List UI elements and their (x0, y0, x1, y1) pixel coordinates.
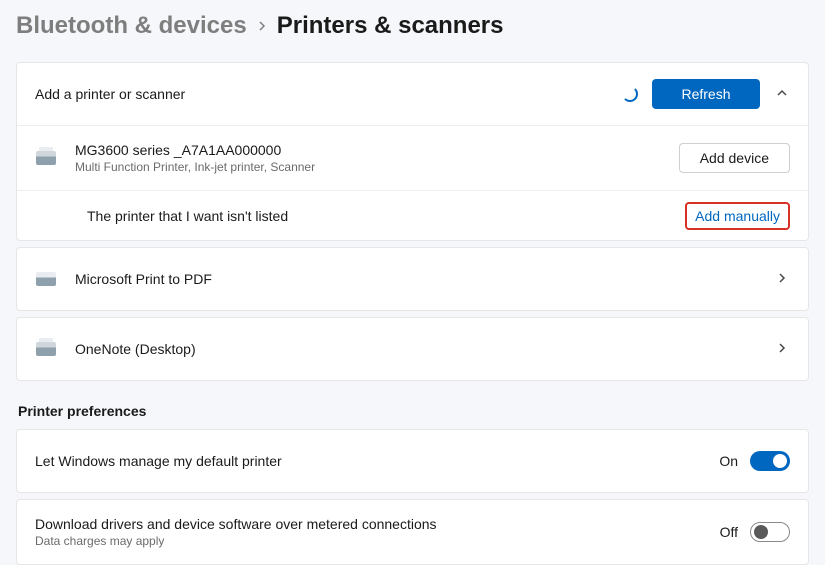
pref-default-printer-row: Let Windows manage my default printer On (16, 429, 809, 493)
pref-metered-sub: Data charges may apply (35, 534, 437, 548)
breadcrumb: Bluetooth & devices Printers & scanners (16, 12, 809, 40)
toggle-state-text: Off (720, 524, 738, 540)
pref-metered-label: Download drivers and device software ove… (35, 516, 437, 532)
device-name: OneNote (Desktop) (75, 341, 196, 357)
printer-icon (36, 151, 56, 165)
device-name: Microsoft Print to PDF (75, 271, 212, 287)
default-printer-toggle[interactable] (750, 451, 790, 471)
printer-preferences-heading: Printer preferences (18, 403, 809, 419)
pref-metered-row: Download drivers and device software ove… (16, 499, 809, 565)
found-device-name: MG3600 series _A7A1AA000000 (75, 142, 315, 158)
device-row[interactable]: Microsoft Print to PDF (16, 247, 809, 311)
found-device-description: Multi Function Printer, Ink-jet printer,… (75, 160, 315, 174)
refresh-button[interactable]: Refresh (652, 79, 760, 109)
printer-icon (36, 272, 56, 286)
printer-icon (36, 342, 56, 356)
chevron-right-icon (257, 18, 267, 34)
device-row[interactable]: OneNote (Desktop) (16, 317, 809, 381)
add-manually-button[interactable]: Add manually (685, 202, 790, 230)
chevron-up-icon[interactable] (774, 86, 790, 102)
metered-toggle[interactable] (750, 522, 790, 542)
toggle-state-text: On (719, 453, 738, 469)
found-device-row: MG3600 series _A7A1AA000000 Multi Functi… (17, 125, 808, 190)
not-listed-label: The printer that I want isn't listed (87, 208, 288, 224)
not-listed-row: The printer that I want isn't listed Add… (17, 190, 808, 240)
breadcrumb-current: Printers & scanners (277, 12, 504, 40)
chevron-right-icon (774, 341, 790, 357)
add-printer-header: Add a printer or scanner Refresh (17, 63, 808, 125)
add-printer-panel: Add a printer or scanner Refresh MG3600 … (16, 62, 809, 241)
loading-spinner-icon (622, 86, 638, 102)
breadcrumb-parent[interactable]: Bluetooth & devices (16, 12, 247, 40)
add-printer-title: Add a printer or scanner (35, 86, 185, 102)
pref-default-printer-label: Let Windows manage my default printer (35, 453, 282, 469)
add-device-button[interactable]: Add device (679, 143, 790, 173)
chevron-right-icon (774, 271, 790, 287)
